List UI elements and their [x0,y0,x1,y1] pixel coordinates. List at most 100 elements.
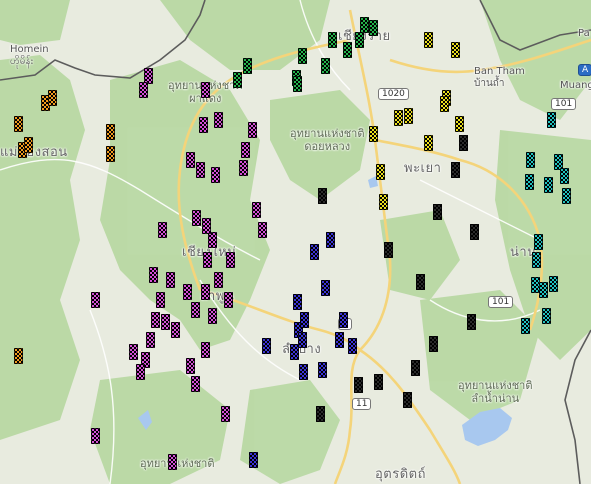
map-marker-dark[interactable] [429,336,438,352]
map-marker-dark[interactable] [318,188,327,204]
map-marker-blue[interactable] [339,312,348,328]
map-marker-magenta[interactable] [248,122,257,138]
map-marker-magenta[interactable] [196,162,205,178]
map-marker-magenta[interactable] [239,160,248,176]
map-marker-blue[interactable] [335,332,344,348]
map-marker-magenta[interactable] [208,232,217,248]
map-marker-cyan[interactable] [526,152,535,168]
map-marker-yellow[interactable] [424,32,433,48]
map-marker-orange[interactable] [48,90,57,106]
map-marker-magenta[interactable] [166,272,175,288]
map-marker-magenta[interactable] [201,342,210,358]
map-marker-blue[interactable] [321,280,330,296]
map-marker-orange[interactable] [24,137,33,153]
map-marker-blue[interactable] [310,244,319,260]
map-marker-blue[interactable] [300,312,309,328]
map-marker-cyan[interactable] [547,112,556,128]
map-marker-cyan[interactable] [525,174,534,190]
map-marker-dark[interactable] [451,162,460,178]
map-marker-green[interactable] [298,48,307,64]
map-marker-blue[interactable] [318,362,327,378]
map-marker-magenta[interactable] [224,292,233,308]
map-marker-yellow[interactable] [451,42,460,58]
map-marker-dark[interactable] [316,406,325,422]
map-marker-cyan[interactable] [562,188,571,204]
map-marker-yellow[interactable] [369,126,378,142]
map-marker-magenta[interactable] [151,312,160,328]
map-marker-dark[interactable] [467,314,476,330]
map-marker-magenta[interactable] [202,218,211,234]
map-marker-yellow[interactable] [394,110,403,126]
map-marker-blue[interactable] [293,294,302,310]
map-marker-magenta[interactable] [226,252,235,268]
map-marker-green[interactable] [360,17,369,33]
map-marker-cyan[interactable] [560,168,569,184]
map-marker-green[interactable] [369,20,378,36]
map-marker-green[interactable] [321,58,330,74]
map-marker-magenta[interactable] [203,252,212,268]
map-marker-green[interactable] [293,76,302,92]
map-marker-blue[interactable] [299,364,308,380]
map-marker-blue[interactable] [249,452,258,468]
map-marker-magenta[interactable] [129,344,138,360]
map-marker-green[interactable] [355,32,364,48]
map-canvas[interactable]: Homeinဟိုမိန်း แม่ฮ่องสอน อุทยานแห่งชาติ… [0,0,591,484]
map-marker-orange[interactable] [14,116,23,132]
map-marker-dark[interactable] [411,360,420,376]
map-marker-cyan[interactable] [549,276,558,292]
map-marker-dark[interactable] [374,374,383,390]
map-marker-magenta[interactable] [146,332,155,348]
map-marker-magenta[interactable] [258,222,267,238]
map-marker-yellow[interactable] [379,194,388,210]
map-marker-cyan[interactable] [542,308,551,324]
map-marker-dark[interactable] [354,377,363,393]
map-marker-magenta[interactable] [199,117,208,133]
map-marker-yellow[interactable] [455,116,464,132]
map-marker-blue[interactable] [290,344,299,360]
map-marker-yellow[interactable] [404,108,413,124]
map-marker-magenta[interactable] [186,152,195,168]
map-marker-magenta[interactable] [221,406,230,422]
map-marker-dark[interactable] [416,274,425,290]
map-marker-green[interactable] [233,72,242,88]
map-marker-cyan[interactable] [539,282,548,298]
map-marker-magenta[interactable] [186,358,195,374]
map-marker-cyan[interactable] [544,177,553,193]
map-marker-magenta[interactable] [149,267,158,283]
map-marker-blue[interactable] [348,338,357,354]
map-marker-magenta[interactable] [201,82,210,98]
map-marker-magenta[interactable] [91,292,100,308]
map-marker-orange[interactable] [106,146,115,162]
map-marker-magenta[interactable] [201,284,210,300]
map-marker-magenta[interactable] [208,308,217,324]
map-marker-yellow[interactable] [424,135,433,151]
map-marker-orange[interactable] [106,124,115,140]
map-marker-magenta[interactable] [191,302,200,318]
map-marker-magenta[interactable] [161,314,170,330]
map-marker-magenta[interactable] [139,82,148,98]
map-marker-blue[interactable] [298,332,307,348]
map-marker-dark[interactable] [403,392,412,408]
map-marker-green[interactable] [243,58,252,74]
map-marker-magenta[interactable] [191,376,200,392]
map-marker-blue[interactable] [262,338,271,354]
map-marker-magenta[interactable] [241,142,250,158]
map-marker-green[interactable] [343,42,352,58]
map-marker-magenta[interactable] [214,272,223,288]
map-marker-magenta[interactable] [91,428,100,444]
map-marker-magenta[interactable] [183,284,192,300]
map-marker-magenta[interactable] [211,167,220,183]
map-marker-magenta[interactable] [252,202,261,218]
map-marker-dark[interactable] [384,242,393,258]
map-marker-dark[interactable] [459,135,468,151]
map-marker-magenta[interactable] [136,364,145,380]
map-marker-magenta[interactable] [171,322,180,338]
map-marker-magenta[interactable] [168,454,177,470]
map-marker-dark[interactable] [470,224,479,240]
map-marker-yellow[interactable] [440,96,449,112]
map-marker-orange[interactable] [14,348,23,364]
map-marker-cyan[interactable] [532,252,541,268]
map-marker-yellow[interactable] [376,164,385,180]
map-marker-dark[interactable] [433,204,442,220]
map-marker-cyan[interactable] [534,234,543,250]
